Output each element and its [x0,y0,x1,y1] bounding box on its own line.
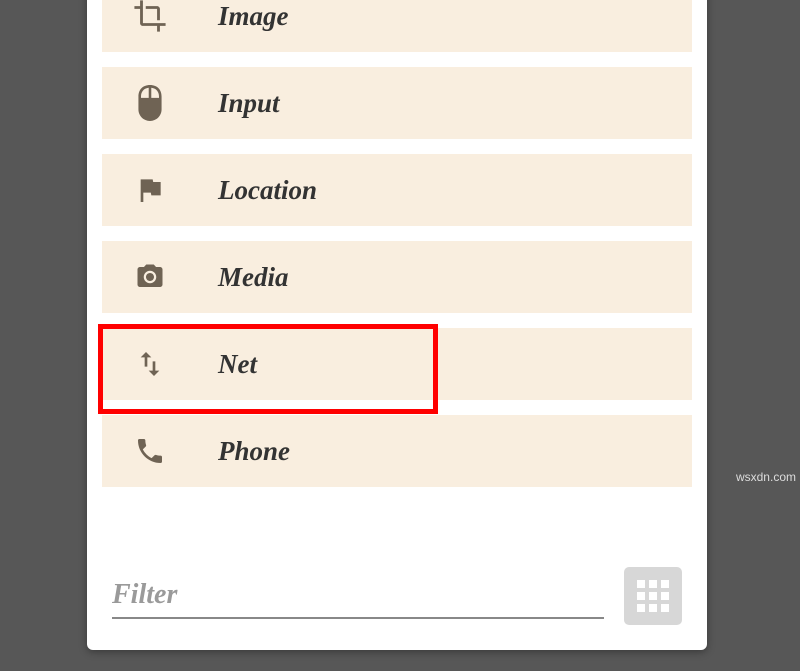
flag-icon [132,172,168,208]
category-label: Net [218,349,257,380]
watermark: wsxdn.com [736,470,796,484]
category-label: Media [218,262,289,293]
phone-icon [132,433,168,469]
category-list: Image Input Location [87,0,707,547]
category-label: Input [218,88,280,119]
filter-input[interactable] [112,573,604,619]
filter-bar [87,547,707,650]
category-label: Location [218,175,317,206]
category-panel: Image Input Location [87,0,707,650]
updown-icon [132,346,168,382]
category-item-input[interactable]: Input [102,67,692,139]
category-label: Image [218,1,289,32]
grid-icon [637,580,669,612]
category-label: Phone [218,436,290,467]
category-item-phone[interactable]: Phone [102,415,692,487]
mouse-icon [132,85,168,121]
grid-view-button[interactable] [624,567,682,625]
category-item-media[interactable]: Media [102,241,692,313]
category-item-location[interactable]: Location [102,154,692,226]
category-item-image[interactable]: Image [102,0,692,52]
crop-icon [132,0,168,34]
category-item-net[interactable]: Net [102,328,692,400]
camera-icon [132,259,168,295]
